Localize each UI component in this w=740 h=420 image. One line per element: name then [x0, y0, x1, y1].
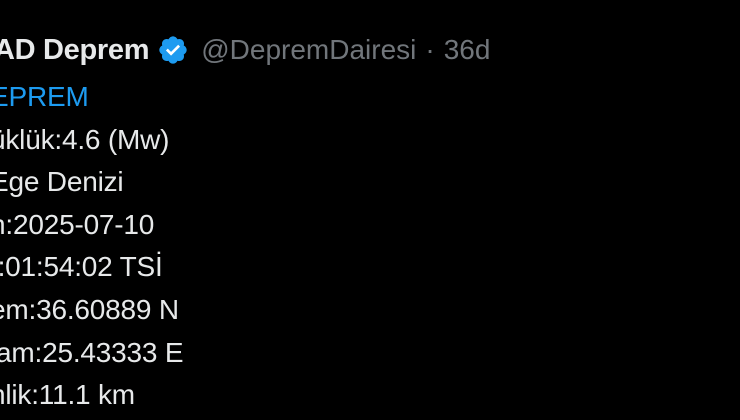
date-line: h:2025-07-10 [0, 208, 155, 240]
latitude-line: em:36.60889 N [0, 293, 179, 325]
tweet-header: AD Deprem @DepremDairesi · 36d [0, 28, 490, 72]
tweet-text: EPREM üklük:4.6 (Mw) Ege Denizi h:2025-0… [0, 76, 184, 417]
longitude-line: lam:25.43333 E [0, 336, 184, 368]
location-line: Ege Denizi [0, 166, 124, 198]
time-line: t:01:54:02 TSİ [0, 251, 163, 283]
timestamp[interactable]: 36d [444, 34, 491, 66]
display-name[interactable]: AD Deprem [0, 34, 150, 67]
separator-dot: · [425, 34, 435, 65]
hashtag-link[interactable]: EPREM [0, 76, 183, 119]
verified-badge-icon[interactable] [157, 34, 189, 66]
depth-line: nlik:11.1 km [0, 379, 135, 411]
magnitude-line: üklük:4.6 (Mw) [0, 123, 170, 155]
user-handle[interactable]: @DepremDairesi [201, 34, 416, 66]
tweet-card[interactable]: AD Deprem @DepremDairesi · 36d EPREM ükl… [0, 0, 740, 420]
